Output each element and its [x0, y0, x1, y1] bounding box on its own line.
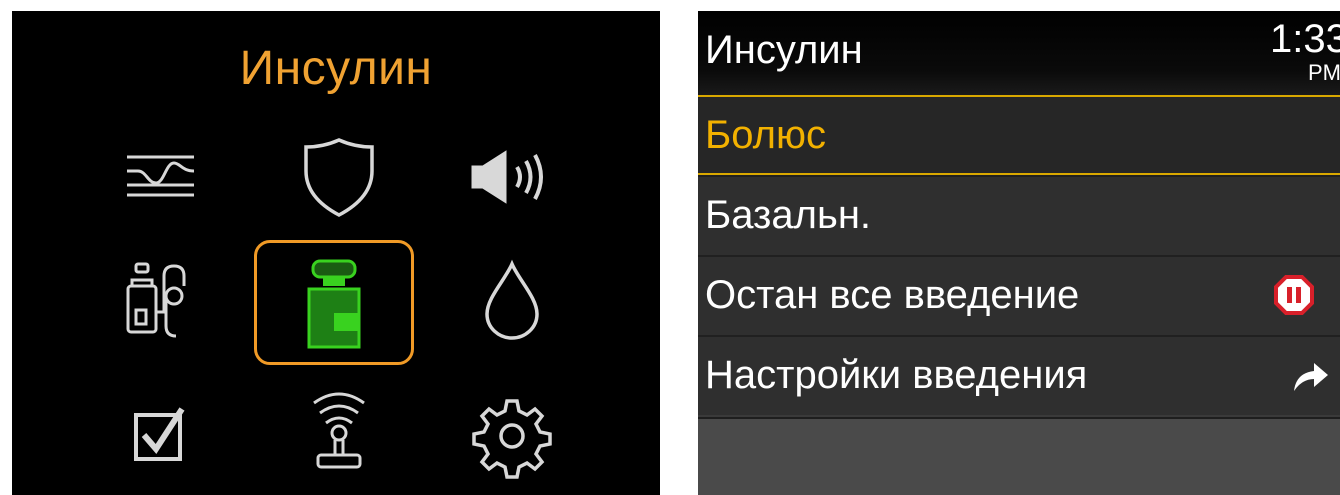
gear-icon[interactable]: [467, 391, 557, 481]
reservoir-tubing-icon[interactable]: [122, 256, 212, 346]
wireless-connection-icon[interactable]: [294, 383, 384, 473]
menu-item-bolus[interactable]: Болюс: [698, 95, 1340, 175]
speaker-volume-icon[interactable]: [467, 133, 557, 223]
menu-item-label: Настройки введения: [705, 353, 1088, 397]
menu-item-basal[interactable]: Базальн.: [698, 175, 1340, 255]
arrow-forward-icon: [1290, 357, 1330, 397]
menu-item-stop-all-delivery[interactable]: Остан все введение: [698, 255, 1340, 335]
icon-menu-screen: Инсулин: [12, 11, 660, 495]
menu-item-label: Базальн.: [705, 193, 872, 237]
sensor-graph-icon[interactable]: [122, 133, 212, 223]
shield-icon[interactable]: [294, 133, 384, 223]
stop-pause-icon: [1274, 275, 1314, 315]
checkbox-icon[interactable]: [122, 391, 212, 481]
menu-item-label: Болюс: [705, 113, 826, 157]
header-bar: Инсулин 1:33 PM: [698, 11, 1340, 95]
menu-item-delivery-settings[interactable]: Настройки введения: [698, 335, 1340, 415]
clock-time: 1:33: [1270, 17, 1340, 61]
page-title: Инсулин: [705, 28, 863, 72]
list-menu-screen: Инсулин 1:33 PM Болюс Базальн. Остан все…: [698, 11, 1340, 495]
menu-item-label: Остан все введение: [705, 273, 1080, 317]
empty-list-area: [698, 417, 1340, 495]
selection-highlight: [254, 240, 414, 365]
drop-icon[interactable]: [467, 256, 557, 346]
menu-title: Инсулин: [239, 42, 433, 95]
clock-ampm: PM: [1308, 60, 1340, 85]
